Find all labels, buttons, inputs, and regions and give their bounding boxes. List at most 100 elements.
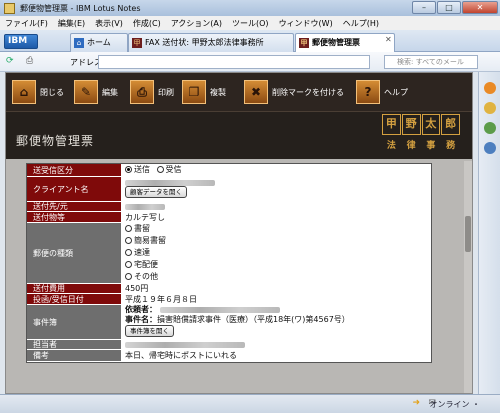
row-mail-type: 郵便の種類 書留 簡易書留 速達 宅配便 その他 — [27, 223, 431, 284]
edit-label: 編集 — [102, 87, 118, 97]
delete-mark-label: 削除マークを付ける — [272, 87, 344, 97]
requester-label: 依頼者： — [125, 305, 157, 314]
activities-icon[interactable] — [484, 122, 496, 134]
sametime-icon[interactable] — [484, 142, 496, 154]
people-icon[interactable] — [484, 102, 496, 114]
print-small-icon[interactable]: ⎙ — [26, 56, 33, 66]
tab-current-label: 郵便物管理票 — [312, 38, 360, 47]
help-button[interactable]: ? ヘルプ — [356, 79, 408, 105]
menu-actions[interactable]: アクション(A) — [166, 18, 227, 29]
mail-type-option[interactable]: その他 — [125, 271, 431, 283]
destination-value-redacted — [125, 203, 165, 210]
mail-type-option[interactable]: 簡易書留 — [125, 235, 431, 247]
row-items: 送付物等 カルテ写し — [27, 212, 431, 223]
menu-help[interactable]: ヘルプ(H) — [338, 18, 384, 29]
items-value: カルテ写し — [125, 213, 165, 222]
page-title: 郵便物管理票 — [16, 134, 95, 148]
menu-window[interactable]: ウィンドウ(W) — [274, 18, 338, 29]
window-title: 郵便物管理票 - IBM Lotus Notes — [20, 3, 141, 13]
document-icon: 甲 — [299, 38, 309, 48]
requester-value-redacted — [159, 306, 280, 313]
case-name-label: 事件名： — [125, 315, 157, 324]
close-doc-label: 閉じる — [40, 87, 64, 97]
tab-current[interactable]: 甲 郵便物管理票 — [295, 33, 395, 53]
edit-button[interactable]: ✎ 編集 — [74, 79, 118, 105]
edit-pencil-icon: ✎ — [74, 80, 98, 104]
row-date: 投函/受信日付 平成１９年６月８日 — [27, 294, 431, 305]
menu-tools[interactable]: ツール(O) — [227, 18, 274, 29]
tab-fax[interactable]: 甲 FAX 送付状: 甲野太郎法律事務所 — [128, 33, 294, 52]
menu-file[interactable]: ファイル(F) — [0, 18, 53, 29]
mail-type-label: 郵便の種類 — [27, 223, 121, 283]
copy-button[interactable]: ❐ 複製 — [182, 79, 226, 105]
send-type-label: 送受信区分 — [27, 164, 121, 176]
note-label: 備考 — [27, 350, 121, 361]
fee-value: 450円 — [125, 284, 149, 293]
row-client: クライアント名 顧客データを開く — [27, 177, 431, 202]
copy-label: 複製 — [210, 87, 226, 97]
document-icon: 甲 — [132, 38, 142, 48]
close-tab-icon[interactable]: ✕ — [385, 35, 392, 44]
menu-edit[interactable]: 編集(E) — [53, 18, 90, 29]
replication-icon[interactable]: ➜ — [412, 398, 420, 408]
delete-mark-button[interactable]: ✖ 削除マークを付ける — [244, 79, 344, 105]
row-note: 備考 本日、帰宅時にポストにいれる — [27, 350, 431, 362]
menu-view[interactable]: 表示(V) — [90, 18, 128, 29]
vertical-scrollbar[interactable] — [464, 161, 472, 393]
window-titlebar: 郵便物管理票 - IBM Lotus Notes – □ ✕ — [0, 0, 500, 16]
tab-home[interactable]: ⌂ ホーム — [70, 33, 128, 52]
mail-type-option[interactable]: 宅配便 — [125, 259, 431, 271]
nav-icon[interactable]: ⟳ — [6, 56, 14, 66]
date-value: 平成１９年６月８日 — [125, 295, 197, 304]
note-value: 本日、帰宅時にポストにいれる — [125, 351, 237, 360]
notes-app-icon — [4, 2, 15, 14]
search-input[interactable]: 検索: すべてのメール — [384, 55, 478, 69]
action-toolbar: ⌂ 閉じる ✎ 編集 ⎙ 印刷 ❐ 複製 ✖ 削除マークを付ける ? ヘルプ — [6, 73, 472, 111]
document-header: 郵便物管理票 甲 野 太 郎 法 律 事 務 — [6, 111, 472, 159]
address-input[interactable] — [98, 55, 370, 69]
open-list-button[interactable]: IBM — [4, 34, 38, 49]
row-case: 事件簿 依頼者： 事件名：損害賠償請求事件（医療）（平成18年(ワ)第4567号… — [27, 305, 431, 340]
mail-type-option[interactable]: 書留 — [125, 223, 431, 235]
scrollbar-thumb[interactable] — [465, 216, 471, 252]
feeds-icon[interactable] — [484, 82, 496, 94]
fee-label: 送付費用 — [27, 284, 121, 293]
maximize-button[interactable]: □ — [437, 1, 461, 14]
send-option-label: 送信 — [134, 165, 150, 174]
items-label: 送付物等 — [27, 212, 121, 222]
open-client-button[interactable]: 顧客データを開く — [125, 186, 187, 198]
date-label: 投函/受信日付 — [27, 294, 121, 304]
staff-value-redacted — [125, 341, 245, 348]
right-sidebar — [478, 72, 500, 394]
menu-bar: ファイル(F) 編集(E) 表示(V) 作成(C) アクション(A) ツール(O… — [0, 16, 500, 30]
print-icon: ⎙ — [130, 80, 154, 104]
close-window-button[interactable]: ✕ — [462, 1, 498, 14]
open-case-button[interactable]: 事件簿を開く — [125, 325, 174, 337]
print-button[interactable]: ⎙ 印刷 — [130, 79, 174, 105]
mail-form: 送受信区分 送信 受信 クライアント名 顧客データを開く 送付先/元 送付物等 … — [26, 163, 432, 363]
send-radio[interactable] — [125, 166, 132, 173]
client-label: クライアント名 — [27, 177, 121, 201]
row-fee: 送付費用 450円 — [27, 284, 431, 294]
row-send-type: 送受信区分 送信 受信 — [27, 164, 431, 177]
row-destination: 送付先/元 — [27, 202, 431, 212]
close-doc-button[interactable]: ⌂ 閉じる — [12, 79, 64, 105]
tab-bar: IBM ⌂ ホーム 甲 FAX 送付状: 甲野太郎法律事務所 甲 郵便物管理票 … — [0, 30, 500, 53]
address-bar: ⟳ ⎙ アドレス 検索: すべてのメール — [0, 52, 500, 72]
receive-radio[interactable] — [156, 166, 164, 173]
staff-label: 担当者 — [27, 340, 121, 349]
copy-icon: ❐ — [182, 80, 206, 104]
menu-create[interactable]: 作成(C) — [128, 18, 166, 29]
case-label: 事件簿 — [27, 305, 121, 339]
minimize-button[interactable]: – — [412, 1, 436, 14]
client-value-redacted — [125, 180, 215, 186]
delete-mark-icon: ✖ — [244, 80, 268, 104]
tab-fax-label: FAX 送付状: 甲野太郎法律事務所 — [145, 38, 264, 47]
firm-logo: 甲 野 太 郎 法 律 事 務 — [382, 114, 460, 156]
help-icon: ? — [356, 80, 380, 104]
online-status[interactable]: オンライン ・ — [429, 399, 480, 410]
row-staff: 担当者 — [27, 340, 431, 350]
mail-type-option[interactable]: 速達 — [125, 247, 431, 259]
help-label: ヘルプ — [384, 87, 408, 97]
document-area: ⌂ 閉じる ✎ 編集 ⎙ 印刷 ❐ 複製 ✖ 削除マークを付ける ? ヘルプ 郵… — [5, 72, 473, 394]
